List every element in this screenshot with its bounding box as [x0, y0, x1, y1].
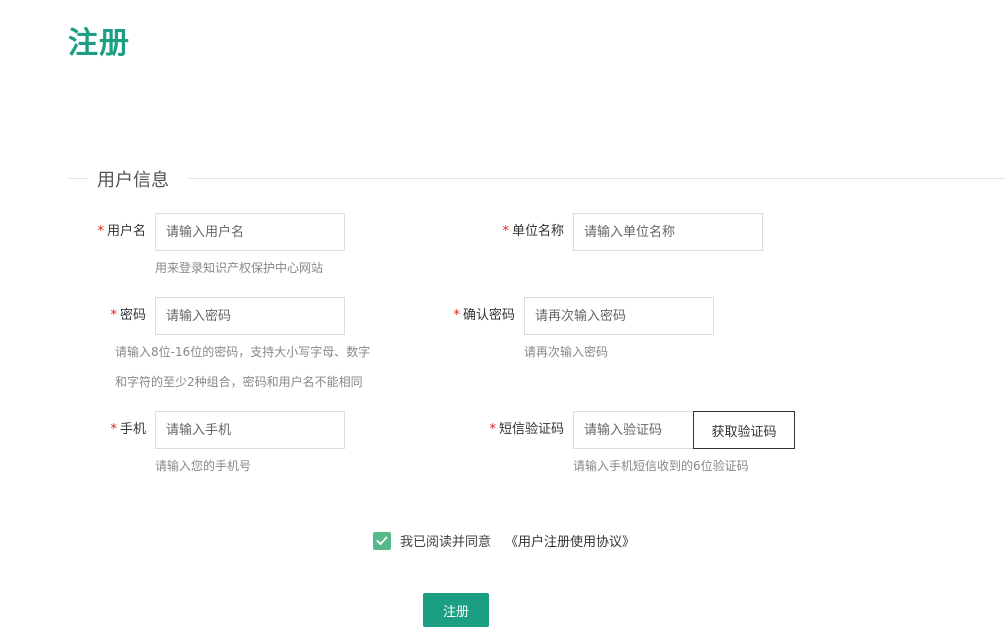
required-mark: * [453, 308, 460, 323]
password-hint-line1: 请输入8位-16位的密码，支持大小写字母、数字 [115, 345, 371, 359]
agreement-link[interactable]: 《用户注册使用协议》 [505, 531, 635, 550]
confirm-password-label: * 确认密码 [453, 308, 515, 323]
register-button[interactable]: 注册 [423, 593, 489, 627]
agreement-text: 我已阅读并同意 [400, 535, 492, 550]
required-mark: * [110, 422, 117, 437]
confirm-password-hint: 请再次输入密码 [524, 345, 609, 359]
user-info-section: 用户信息 [68, 166, 1005, 192]
org-name-label: * 单位名称 [502, 224, 564, 239]
confirm-password-input[interactable] [524, 297, 714, 335]
get-code-button[interactable]: 获取验证码 [693, 411, 795, 449]
section-divider-right [188, 178, 1005, 179]
phone-label: * 手机 [110, 422, 146, 437]
required-mark: * [110, 308, 117, 323]
password-label: * 密码 [110, 308, 146, 323]
username-input[interactable] [155, 213, 345, 251]
section-legend: 用户信息 [97, 170, 169, 191]
required-mark: * [502, 224, 509, 239]
sms-code-input[interactable] [573, 411, 694, 449]
page-title: 注册 [68, 26, 130, 61]
required-mark: * [97, 224, 104, 239]
phone-input[interactable] [155, 411, 345, 449]
agreement-row: 我已阅读并同意 《用户注册使用协议》 [373, 531, 635, 550]
sms-code-hint: 请输入手机短信收到的6位验证码 [573, 459, 749, 473]
agreement-checkbox[interactable] [373, 531, 391, 550]
username-hint: 用来登录知识产权保护中心网站 [155, 261, 324, 275]
sms-code-label: * 短信验证码 [489, 422, 564, 437]
org-name-input[interactable] [573, 213, 763, 251]
username-label: * 用户名 [97, 224, 146, 239]
password-hint-line2: 和字符的至少2种组合，密码和用户名不能相同 [115, 375, 363, 389]
phone-hint: 请输入您的手机号 [155, 459, 252, 473]
required-mark: * [489, 422, 496, 437]
section-divider-left [68, 178, 88, 179]
password-input[interactable] [155, 297, 345, 335]
check-icon [376, 536, 388, 545]
